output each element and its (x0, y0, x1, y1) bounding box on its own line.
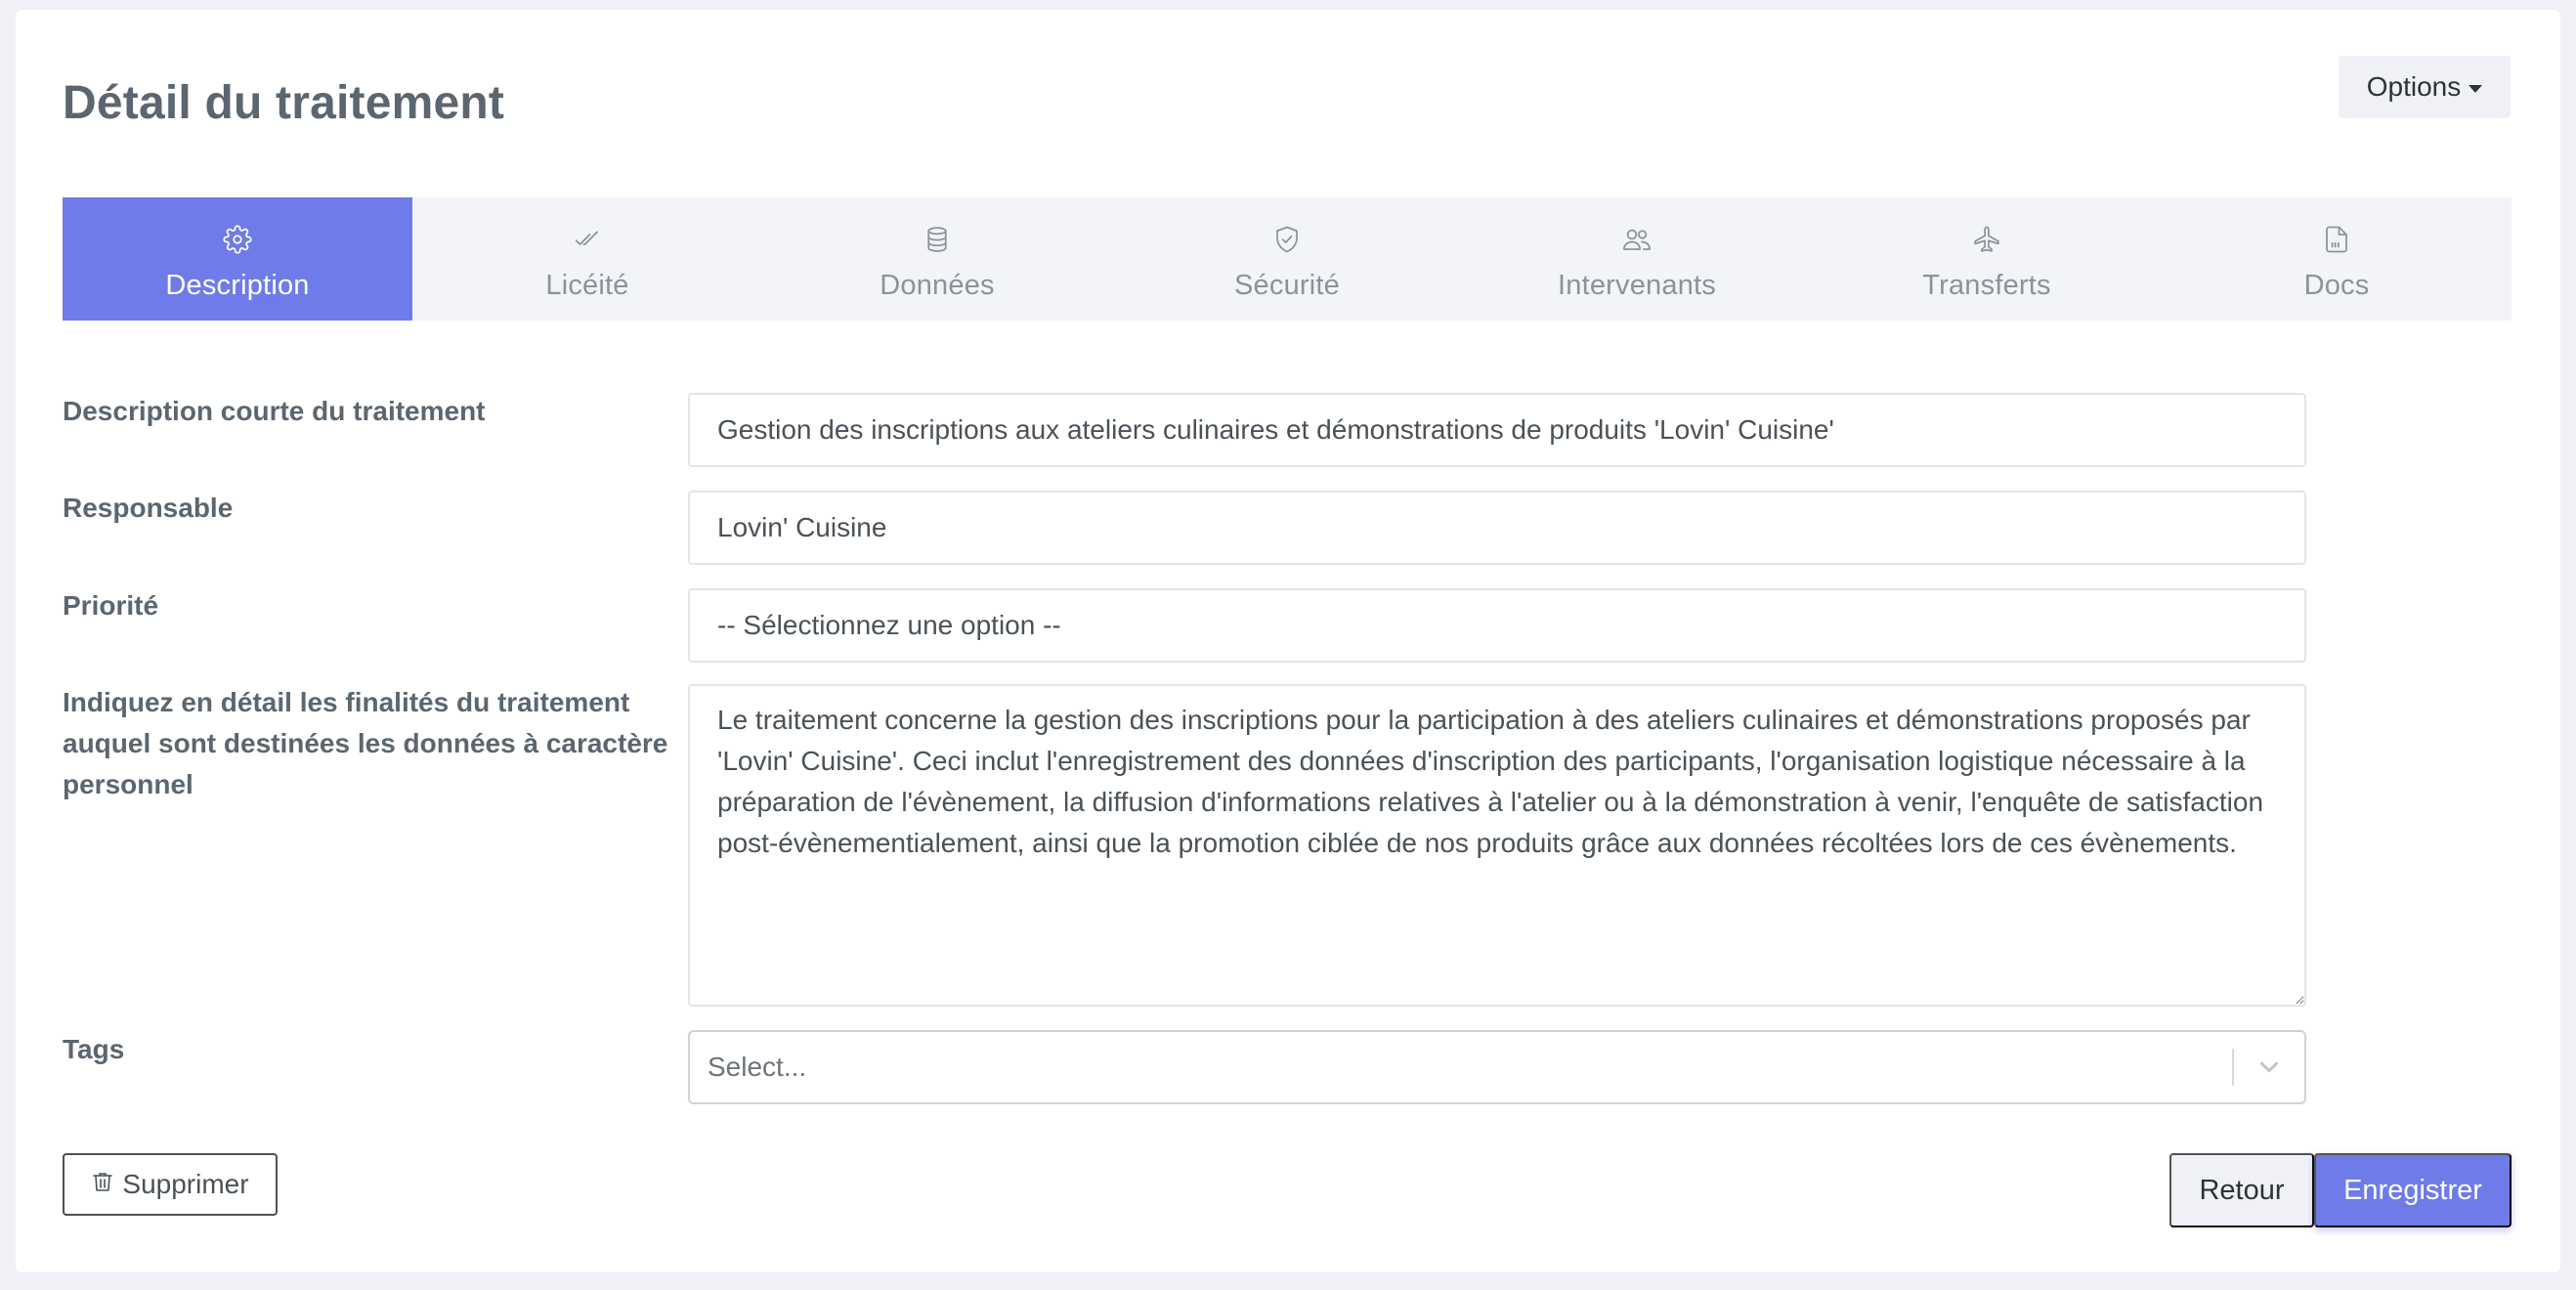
priority-select[interactable]: -- Sélectionnez une option -- (688, 588, 2306, 663)
double-check-icon (571, 223, 604, 256)
tags-label: Tags (63, 1034, 125, 1064)
tab-label: Licéité (545, 270, 629, 301)
chevron-down-icon[interactable] (2234, 1031, 2304, 1103)
tab-donnees[interactable]: Données (762, 197, 1112, 321)
tab-label: Transferts (1922, 270, 2051, 301)
short-description-input[interactable]: Gestion des inscriptions aux ateliers cu… (688, 393, 2306, 467)
caret-down-icon (2469, 84, 2483, 93)
users-icon (1620, 223, 1653, 256)
short-description-label: Description courte du traitement (63, 396, 486, 426)
document-icon (2320, 223, 2353, 256)
options-label: Options (2366, 71, 2462, 102)
back-button[interactable]: Retour (2169, 1153, 2314, 1227)
page-title: Détail du traitement (63, 77, 505, 129)
gear-icon (221, 223, 254, 256)
tab-docs[interactable]: Docs (2162, 197, 2512, 321)
tab-label: Sécurité (1234, 270, 1340, 301)
tab-transferts[interactable]: Transferts (1812, 197, 2162, 321)
priority-value: -- Sélectionnez une option -- (717, 610, 1061, 640)
tab-label: Intervenants (1558, 270, 1716, 301)
tab-intervenants[interactable]: Intervenants (1462, 197, 1812, 321)
tab-bar: Description Licéité Données Sécurité Int… (63, 197, 2512, 321)
database-icon (921, 223, 954, 256)
tab-securite[interactable]: Sécurité (1112, 197, 1462, 321)
tab-description[interactable]: Description (63, 197, 412, 321)
trash-icon (91, 1169, 114, 1201)
delete-button[interactable]: Supprimer (63, 1153, 278, 1216)
shield-check-icon (1270, 223, 1304, 256)
responsible-value: Lovin' Cuisine (717, 512, 887, 542)
tags-placeholder: Select... (708, 1052, 807, 1082)
tags-select[interactable]: Select... (688, 1030, 2306, 1104)
purposes-textarea[interactable]: Le traitement concerne la gestion des in… (688, 684, 2306, 1007)
short-description-value: Gestion des inscriptions aux ateliers cu… (717, 414, 1834, 445)
responsible-label: Responsable (63, 493, 234, 523)
purposes-value: Le traitement concerne la gestion des in… (717, 705, 2264, 858)
detail-card: Détail du traitement Options Description… (16, 10, 2560, 1272)
priority-label: Priorité (63, 590, 159, 621)
delete-label: Supprimer (122, 1169, 249, 1199)
tab-liceite[interactable]: Licéité (412, 197, 762, 321)
purposes-label: Indiquez en détail les finalités du trai… (63, 687, 668, 799)
tab-label: Description (165, 270, 310, 301)
options-dropdown-button[interactable]: Options (2339, 56, 2511, 118)
responsible-input[interactable]: Lovin' Cuisine (688, 491, 2306, 565)
tab-label: Docs (2303, 270, 2370, 301)
save-button[interactable]: Enregistrer (2314, 1153, 2512, 1227)
airplane-icon (1970, 223, 2003, 256)
tab-label: Données (880, 270, 995, 301)
